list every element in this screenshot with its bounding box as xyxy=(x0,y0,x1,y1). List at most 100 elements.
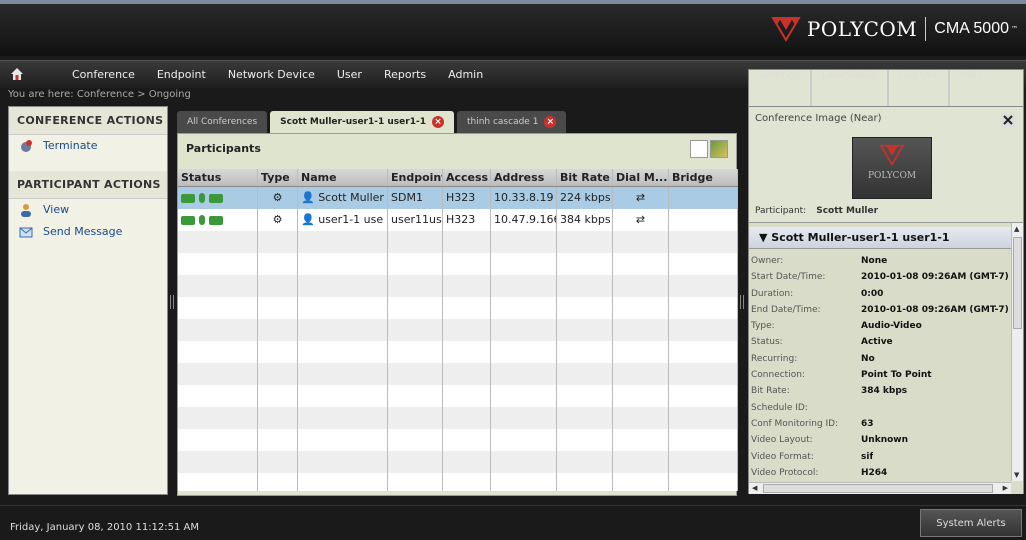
details-vertical-scrollbar[interactable]: ▲ ▼ xyxy=(1011,223,1023,481)
trademark: ™ xyxy=(1011,25,1018,33)
status-icons xyxy=(178,187,258,209)
send-message-action[interactable]: Send Message xyxy=(9,221,167,243)
details-header[interactable]: ▼ Scott Muller-user1-1 user1-1 xyxy=(749,227,1011,249)
image-view-icon[interactable] xyxy=(710,140,728,158)
participant-label-row: Participant: Scott Muller xyxy=(755,206,878,216)
participants-table: Status Type Name Endpoint Access Address… xyxy=(178,169,738,491)
participant-bitrate: 384 kbps xyxy=(557,209,613,231)
actions-panel: CONFERENCE ACTIONS Terminate PARTICIPANT… xyxy=(8,106,168,495)
conference-image: POLYCOM xyxy=(852,137,932,199)
table-row xyxy=(178,473,738,491)
dial-mode-icon: ⇄ xyxy=(613,209,669,231)
col-access[interactable]: Access xyxy=(443,169,491,186)
col-address[interactable]: Address xyxy=(491,169,557,186)
table-row xyxy=(178,363,738,385)
participants-title: Participants xyxy=(186,142,261,155)
nav-menu: Conference Endpoint Network Device User … xyxy=(72,68,505,81)
conference-details: ▼ Scott Muller-user1-1 user1-1 Owner: Non… xyxy=(749,222,1023,494)
endpoint-type-icon: ⚙ xyxy=(258,187,298,209)
table-header: Status Type Name Endpoint Access Address… xyxy=(178,169,738,187)
terminate-label: Terminate xyxy=(43,139,98,152)
terminate-action[interactable]: Terminate xyxy=(9,135,167,157)
polycom-triangles-icon xyxy=(879,144,905,166)
terminate-icon xyxy=(21,140,32,152)
scroll-right-icon[interactable]: ▶ xyxy=(1003,484,1008,492)
scroll-thumb[interactable] xyxy=(1013,237,1022,329)
table-row xyxy=(178,275,738,297)
dial-mode-icon: ⇄ xyxy=(613,187,669,209)
table-row[interactable]: ⚙ 👤 Scott Muller SDM1 H323 10.33.8.19 22… xyxy=(178,187,738,209)
breadcrumb: You are here: Conference > Ongoing xyxy=(8,89,191,100)
close-tab-icon[interactable]: × xyxy=(431,116,444,128)
table-row xyxy=(178,253,738,275)
scroll-thumb[interactable] xyxy=(763,484,993,493)
main-nav: Conference Endpoint Network Device User … xyxy=(0,60,1026,457)
col-type[interactable]: Type xyxy=(258,169,298,186)
conference-tabs: All Conferences Scott Muller-user1-1 use… xyxy=(177,111,569,133)
detail-row: Status: Active xyxy=(751,337,893,348)
right-splitter-handle[interactable] xyxy=(740,295,744,309)
endpoint-type-icon: ⚙ xyxy=(258,209,298,231)
tab-thinh-cascade[interactable]: thinh cascade 1 × xyxy=(456,111,567,133)
tab-scott-muller[interactable]: Scott Muller-user1-1 user1-1 × xyxy=(270,111,454,133)
polycom-logo: POLYCOM CMA 5000 ™ xyxy=(771,14,1018,44)
col-name[interactable]: Name xyxy=(298,169,388,186)
scroll-up-icon[interactable]: ▲ xyxy=(1014,225,1019,233)
scroll-left-icon[interactable]: ◀ xyxy=(752,484,757,492)
status-icons xyxy=(178,209,258,231)
list-view-icon[interactable] xyxy=(690,140,708,158)
table-row xyxy=(178,319,738,341)
home-icon[interactable] xyxy=(10,67,24,81)
participant-value: Scott Muller xyxy=(816,206,879,216)
tab-label: Scott Muller-user1-1 user1-1 xyxy=(280,117,426,127)
detail-row: Conf Monitoring ID: 63 xyxy=(751,418,874,429)
scroll-down-icon[interactable]: ▼ xyxy=(1014,471,1019,479)
participant-bridge xyxy=(669,209,738,231)
participant-endpoint: user11use xyxy=(388,209,443,231)
participant-name: 👤 user1-1 use xyxy=(298,209,388,231)
tab-label: All Conferences xyxy=(187,117,258,127)
image-logo-text: POLYCOM xyxy=(867,171,917,181)
left-splitter-handle[interactable] xyxy=(170,295,174,309)
nav-item-user[interactable]: User xyxy=(337,68,362,81)
detail-row: Recurring: No xyxy=(751,353,875,364)
detail-row: Video Layout: Unknown xyxy=(751,435,909,446)
detail-row: Video Protocol: H264 xyxy=(751,467,888,478)
detail-row: Connection: Point To Point xyxy=(751,370,932,381)
status-bar: Friday, January 08, 2010 11:12:51 AM Sys… xyxy=(0,505,1026,540)
nav-item-endpoint[interactable]: Endpoint xyxy=(157,68,206,81)
system-alerts-button[interactable]: System Alerts xyxy=(920,509,1022,537)
col-bridge[interactable]: Bridge xyxy=(669,169,738,186)
participant-name: 👤 Scott Muller xyxy=(298,187,388,209)
details-list: Owner: None Start Date/Time: 2010-01-08 09… xyxy=(751,253,1009,481)
col-bitrate[interactable]: Bit Rate xyxy=(557,169,613,186)
detail-row: Type: Audio-Video xyxy=(751,321,922,332)
col-endpoint[interactable]: Endpoint xyxy=(388,169,443,186)
table-row[interactable]: ⚙ 👤 user1-1 use user11use H323 10.47.9.1… xyxy=(178,209,738,231)
detail-row: Bit Rate: 384 kbps xyxy=(751,386,908,397)
nav-item-conference[interactable]: Conference xyxy=(72,68,135,81)
view-action[interactable]: View xyxy=(9,199,167,221)
close-tab-icon[interactable]: × xyxy=(544,116,557,128)
tab-label: thinh cascade 1 xyxy=(466,117,539,127)
col-dial-mode[interactable]: Dial M... xyxy=(613,169,669,186)
details-horizontal-scrollbar[interactable]: ◀ ▶ xyxy=(749,482,1011,494)
collapse-icon[interactable] xyxy=(1001,113,1015,127)
brand-name: POLYCOM xyxy=(806,17,918,41)
detail-row: Owner: None xyxy=(751,256,888,266)
detail-row: Duration: 0:00 xyxy=(751,288,884,299)
tab-all-conferences[interactable]: All Conferences xyxy=(177,111,268,133)
view-label: View xyxy=(43,203,70,216)
nav-item-admin[interactable]: Admin xyxy=(448,68,483,81)
detail-row: Start Date/Time: 2010-01-08 09:26AM (GMT-… xyxy=(751,272,1009,283)
col-status[interactable]: Status xyxy=(178,169,258,186)
nav-item-network-device[interactable]: Network Device xyxy=(228,68,315,81)
conference-area: All Conferences Scott Muller-user1-1 use… xyxy=(177,111,738,496)
detail-row: End Date/Time: 2010-01-08 09:26AM (GMT-7) xyxy=(751,304,1009,315)
table-row xyxy=(178,407,738,429)
participant-address: 10.47.9.166 xyxy=(491,209,557,231)
detail-row: Video Format: sif xyxy=(751,451,874,462)
nav-item-reports[interactable]: Reports xyxy=(384,68,426,81)
table-row xyxy=(178,429,738,451)
table-row xyxy=(178,231,738,253)
